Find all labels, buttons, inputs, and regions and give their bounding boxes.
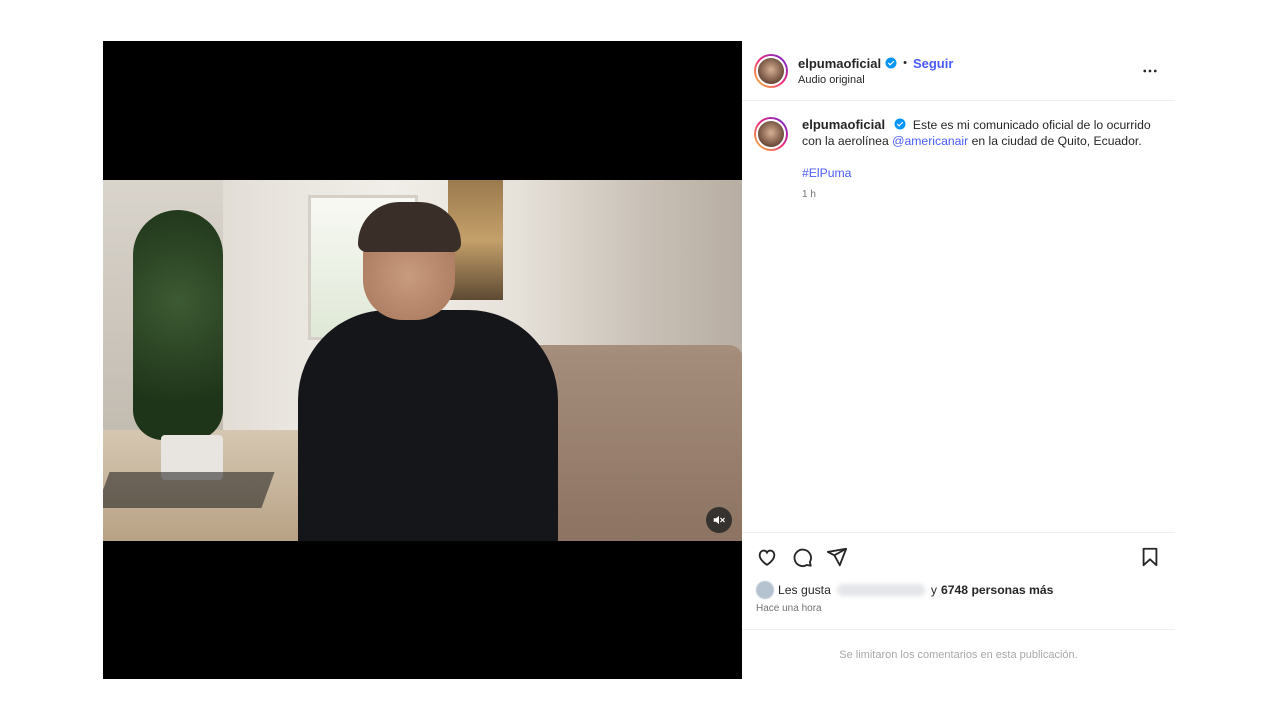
likes-prefix: Les gusta xyxy=(778,583,831,597)
action-icons xyxy=(756,543,1161,571)
verified-badge-icon xyxy=(885,57,897,69)
likes-count[interactable]: 6748 personas más xyxy=(941,583,1053,597)
likes-summary[interactable]: Les gusta y 6748 personas más xyxy=(756,581,1161,599)
caption-text-after: en la ciudad de Quito, Ecuador. xyxy=(971,134,1142,148)
caption-username[interactable]: elpumaoficial xyxy=(802,117,885,132)
mention-link[interactable]: @americanair xyxy=(892,134,968,148)
comment-icon[interactable] xyxy=(791,546,813,568)
follow-button[interactable]: Seguir xyxy=(913,56,953,71)
post-sidebar: elpumaoficial • Seguir Audio original el… xyxy=(742,41,1175,679)
video-player[interactable] xyxy=(103,41,742,679)
video-frame[interactable] xyxy=(103,180,742,541)
caption-body: elpumaoficial Este es mi comunicado ofic… xyxy=(802,117,1163,203)
author-row: elpumaoficial • Seguir xyxy=(798,56,953,71)
likes-connector: y xyxy=(930,583,937,597)
liker-name-redacted xyxy=(836,584,925,596)
more-options-icon[interactable] xyxy=(1141,62,1159,80)
share-icon[interactable] xyxy=(826,546,848,568)
author-avatar[interactable] xyxy=(754,53,788,88)
verified-badge-icon xyxy=(894,118,906,130)
avatar-image xyxy=(756,119,786,149)
hashtag-link[interactable]: #ElPuma xyxy=(802,166,851,180)
caption-time[interactable]: 1 h xyxy=(802,187,1163,203)
caption-text: elpumaoficial Este es mi comunicado ofic… xyxy=(802,117,1163,149)
author-info: elpumaoficial • Seguir Audio original xyxy=(798,56,953,86)
post-time-ago: Hace una hora xyxy=(756,603,822,614)
comments-limited-notice: Se limitaron los comentarios en esta pub… xyxy=(742,629,1175,679)
caption: elpumaoficial Este es mi comunicado ofic… xyxy=(754,117,1163,203)
caption-area: elpumaoficial Este es mi comunicado ofic… xyxy=(742,101,1175,532)
person-body xyxy=(298,310,558,541)
post-header: elpumaoficial • Seguir Audio original xyxy=(742,41,1175,101)
author-username[interactable]: elpumaoficial xyxy=(798,56,881,71)
actions-section: Les gusta y 6748 personas más Hace una h… xyxy=(742,532,1175,629)
muted-speaker-icon xyxy=(713,515,725,525)
hashtag-line: #ElPuma xyxy=(802,165,1163,181)
audio-label[interactable]: Audio original xyxy=(798,74,953,86)
liker-avatar xyxy=(756,581,774,599)
plant xyxy=(133,210,223,440)
caption-avatar[interactable] xyxy=(754,117,788,151)
mute-toggle-button[interactable] xyxy=(706,507,732,533)
instagram-post: elpumaoficial • Seguir Audio original el… xyxy=(103,41,1175,679)
bookmark-icon[interactable] xyxy=(1139,546,1161,568)
heart-icon[interactable] xyxy=(756,546,778,568)
avatar-image xyxy=(756,55,786,86)
glass-table xyxy=(103,472,275,508)
separator-dot: • xyxy=(903,57,907,69)
